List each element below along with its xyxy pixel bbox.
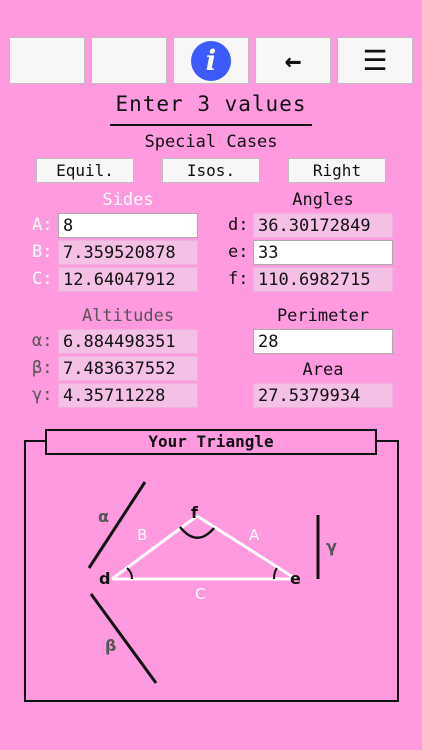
- side-a-text: A: [249, 526, 260, 544]
- vertex-e-label: e: [290, 569, 301, 588]
- side-a-line: [196, 514, 297, 581]
- angle-d-arc: [126, 567, 133, 580]
- vertex-d-label: d: [99, 569, 110, 588]
- side-b-text: B: [137, 526, 147, 544]
- angle-e-arc: [273, 567, 278, 580]
- triangle-diagram: d e f A B C α β γ: [87, 481, 337, 684]
- side-c-text: C: [195, 585, 205, 603]
- altitude-alpha-text: α: [98, 507, 109, 526]
- vertex-f-label: f: [191, 503, 199, 522]
- altitude-beta-bar: [89, 593, 158, 684]
- altitude-gamma-text: γ: [326, 537, 337, 556]
- altitude-beta-text: β: [105, 636, 116, 655]
- angle-f-arc: [179, 526, 215, 539]
- side-b-line: [111, 514, 198, 581]
